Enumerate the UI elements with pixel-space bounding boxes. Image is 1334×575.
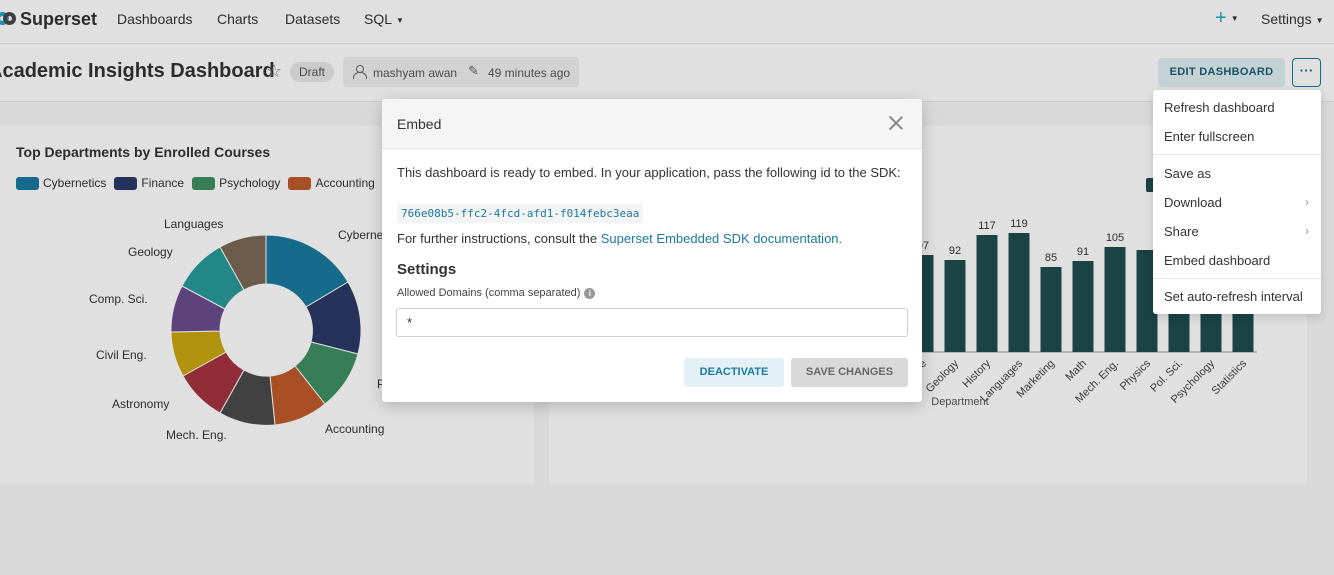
close-icon[interactable] [888, 115, 904, 131]
allowed-domains-input[interactable] [396, 308, 908, 337]
menu-enter-fullscreen[interactable]: Enter fullscreen [1164, 129, 1254, 144]
menu-divider [1153, 154, 1321, 155]
allowed-domains-label-text: Allowed Domains (comma separated) [397, 287, 581, 299]
modal-header: Embed [382, 99, 922, 149]
embed-id: 766e08b5-ffc2-4fcd-afd1-f014febc3eaa [397, 204, 644, 223]
chevron-right-icon: › [1305, 195, 1309, 209]
menu-share[interactable]: Share [1164, 224, 1199, 239]
info-icon[interactable]: i [584, 287, 596, 299]
deactivate-button[interactable]: DEACTIVATE [684, 358, 784, 387]
instructions-prefix: For further instructions, consult the [397, 231, 601, 246]
save-changes-button[interactable]: SAVE CHANGES [791, 358, 908, 387]
instructions-text: For further instructions, consult the Su… [397, 231, 842, 246]
settings-heading: Settings [397, 261, 457, 278]
menu-set-auto-refresh[interactable]: Set auto-refresh interval [1164, 289, 1303, 304]
sdk-documentation-link[interactable]: Superset Embedded SDK documentation. [601, 231, 842, 246]
menu-divider [1153, 278, 1321, 279]
modal-title: Embed [397, 116, 442, 132]
menu-download[interactable]: Download [1164, 195, 1222, 210]
embed-intro-text: This dashboard is ready to embed. In you… [397, 165, 901, 180]
embed-modal: Embed This dashboard is ready to embed. … [382, 99, 922, 402]
allowed-domains-label: Allowed Domains (comma separated) i [397, 287, 596, 299]
chevron-right-icon: › [1305, 224, 1309, 238]
menu-embed-dashboard[interactable]: Embed dashboard [1164, 253, 1270, 268]
menu-save-as[interactable]: Save as [1164, 166, 1211, 181]
menu-refresh-dashboard[interactable]: Refresh dashboard [1164, 100, 1275, 115]
dashboard-actions-menu: Refresh dashboard Enter fullscreen Save … [1153, 90, 1321, 314]
